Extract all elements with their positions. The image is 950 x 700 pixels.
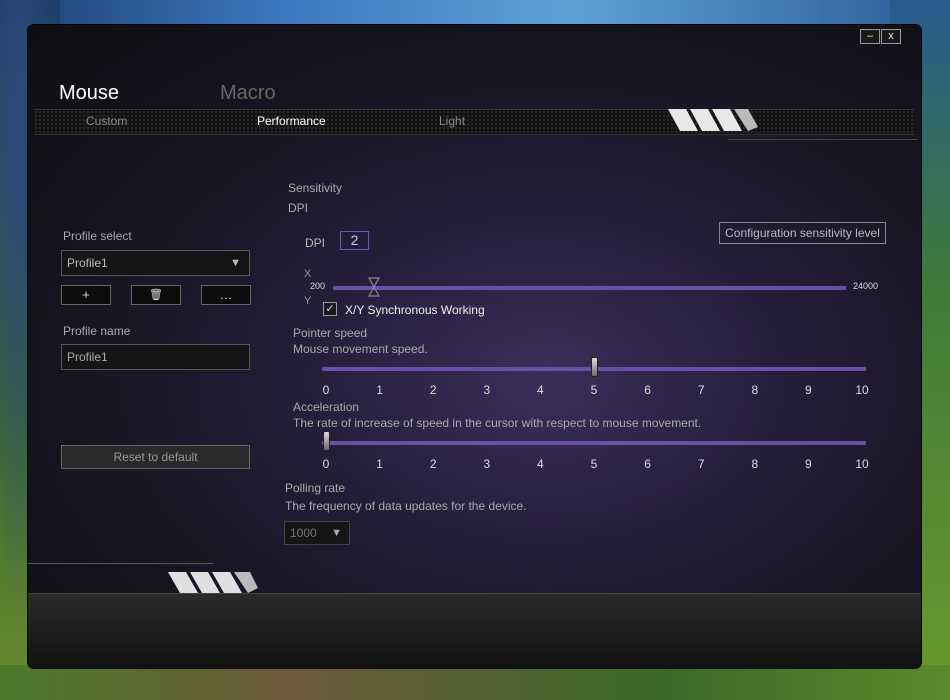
acceleration-tick-8: 8 xyxy=(751,457,759,471)
tab-performance[interactable]: Performance xyxy=(257,114,326,128)
pointer-speed-slider-thumb[interactable] xyxy=(591,357,598,377)
pointer-speed-tick-4: 4 xyxy=(537,383,544,397)
pointer-speed-title: Pointer speed xyxy=(293,326,368,340)
dpi-min-label: 200 xyxy=(310,281,326,291)
acceleration-tick-1: 1 xyxy=(376,457,383,471)
more-options-button[interactable]: … xyxy=(201,285,251,305)
desktop-ground xyxy=(0,665,950,700)
acceleration-slider-thumb[interactable] xyxy=(323,431,330,451)
acceleration-slider-track[interactable] xyxy=(322,441,866,445)
app-window: – x Mouse Macro Custom Performance Light… xyxy=(28,25,921,669)
xy-sync-label: X/Y Synchronous Working xyxy=(345,303,485,317)
bottom-panel xyxy=(28,593,921,669)
acceleration-description: The rate of increase of speed in the cur… xyxy=(293,416,702,430)
pointer-speed-tick-3: 3 xyxy=(483,383,491,397)
acceleration-tick-4: 4 xyxy=(537,457,544,471)
acceleration-tick-3: 3 xyxy=(483,457,491,471)
profile-select[interactable]: Profile1 ▼ xyxy=(61,250,250,276)
profile-select-label: Profile select xyxy=(63,229,132,243)
pointer-speed-tick-8: 8 xyxy=(751,383,759,397)
chevron-down-icon: ▼ xyxy=(331,527,342,539)
sensitivity-subtitle: DPI xyxy=(288,201,309,215)
chevron-down-icon: ▼ xyxy=(230,257,241,269)
pointer-speed-tick-7: 7 xyxy=(697,383,705,397)
polling-rate-select[interactable]: 1000 ▼ xyxy=(284,521,350,545)
bottom-divider xyxy=(28,563,213,564)
acceleration-tick-5: 5 xyxy=(590,457,598,471)
acceleration-tick-9: 9 xyxy=(805,457,812,471)
dpi-slider-track[interactable] xyxy=(333,286,846,290)
pointer-speed-tick-0: 0 xyxy=(322,383,330,397)
delete-profile-button[interactable]: 🗑 xyxy=(131,285,181,305)
trash-icon: 🗑 xyxy=(149,289,163,301)
acceleration-tick-10: 10 xyxy=(855,457,869,471)
profile-name-label: Profile name xyxy=(63,324,131,338)
dpi-label: DPI xyxy=(305,236,326,250)
pointer-speed-tick-5: 5 xyxy=(590,383,598,397)
x-axis-label: X xyxy=(304,268,312,280)
dpi-slider-thumb[interactable] xyxy=(368,277,381,297)
mode-tab-macro[interactable]: Macro xyxy=(220,82,276,105)
pointer-speed-tick-2: 2 xyxy=(429,383,437,397)
pointer-speed-tick-9: 9 xyxy=(805,383,812,397)
nav-tab-strip xyxy=(34,109,914,135)
profile-select-value: Profile1 xyxy=(67,256,108,270)
pointer-speed-tick-10: 10 xyxy=(855,383,869,397)
close-button[interactable]: x xyxy=(881,29,901,44)
dpi-level-field[interactable]: 2 xyxy=(340,231,369,250)
pointer-speed-description: Mouse movement speed. xyxy=(293,342,428,356)
acceleration-tick-0: 0 xyxy=(322,457,330,471)
polling-rate-value: 1000 xyxy=(290,526,317,540)
tab-light[interactable]: Light xyxy=(439,114,465,128)
minimize-button[interactable]: – xyxy=(860,29,880,44)
add-profile-button[interactable]: + xyxy=(61,285,111,305)
nav-divider xyxy=(728,139,918,140)
acceleration-tick-2: 2 xyxy=(429,457,437,471)
mode-tab-mouse[interactable]: Mouse xyxy=(59,82,119,105)
polling-rate-title: Polling rate xyxy=(285,481,346,495)
dpi-max-label: 24000 xyxy=(853,281,879,291)
xy-sync-checkbox[interactable]: ✓ xyxy=(323,302,337,316)
acceleration-tick-7: 7 xyxy=(697,457,705,471)
config-sensitivity-button[interactable]: Configuration sensitivity level xyxy=(719,222,886,244)
reset-to-default-button[interactable]: Reset to default xyxy=(61,445,250,469)
acceleration-title: Acceleration xyxy=(293,400,360,414)
pointer-speed-tick-6: 6 xyxy=(644,383,651,397)
profile-name-field[interactable]: Profile1 xyxy=(61,344,250,370)
y-axis-label: Y xyxy=(304,295,312,307)
sensitivity-title: Sensitivity xyxy=(288,181,343,195)
acceleration-tick-6: 6 xyxy=(644,457,651,471)
polling-rate-description: The frequency of data updates for the de… xyxy=(285,499,527,513)
decorative-stripes xyxy=(668,109,758,131)
decorative-stripes-bottom xyxy=(168,572,258,593)
pointer-speed-tick-1: 1 xyxy=(376,383,383,397)
tab-custom[interactable]: Custom xyxy=(86,114,127,128)
